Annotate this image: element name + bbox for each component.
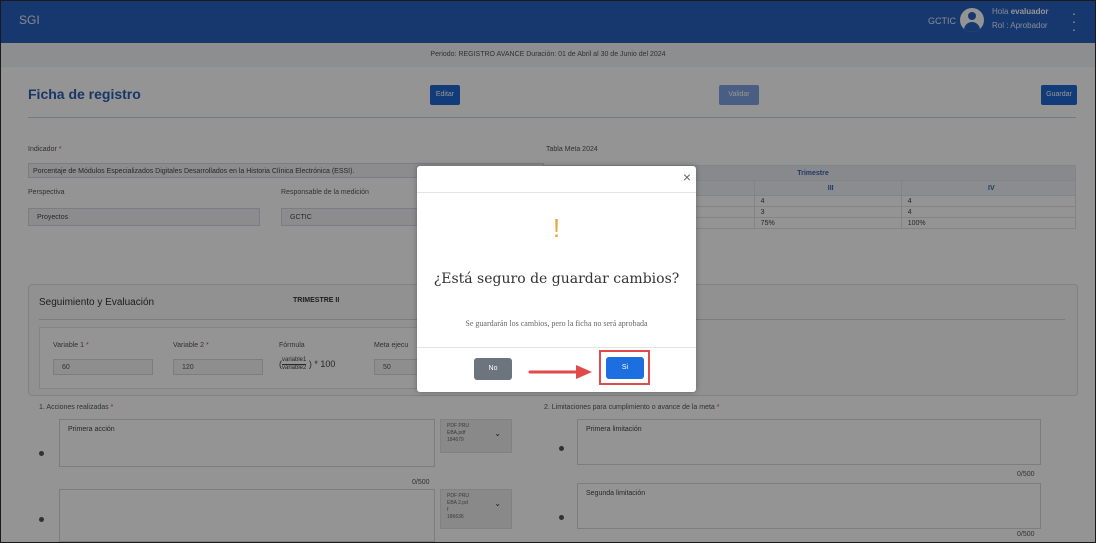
red-arrow-icon (528, 365, 592, 379)
dialog-divider (417, 347, 696, 348)
warning-icon: ! (552, 213, 561, 243)
dialog-divider (417, 192, 696, 193)
close-icon[interactable]: × (681, 169, 693, 185)
app-window: SGI GCTIC Hola evaluador Rol : Aprobador… (0, 0, 1096, 543)
dialog-message: Se guardarán los cambios, pero la ficha … (465, 319, 648, 328)
no-button[interactable]: No (474, 358, 512, 380)
dialog-title: ¿Está seguro de guardar cambios? (433, 271, 680, 287)
yes-button[interactable]: Si (606, 357, 644, 379)
